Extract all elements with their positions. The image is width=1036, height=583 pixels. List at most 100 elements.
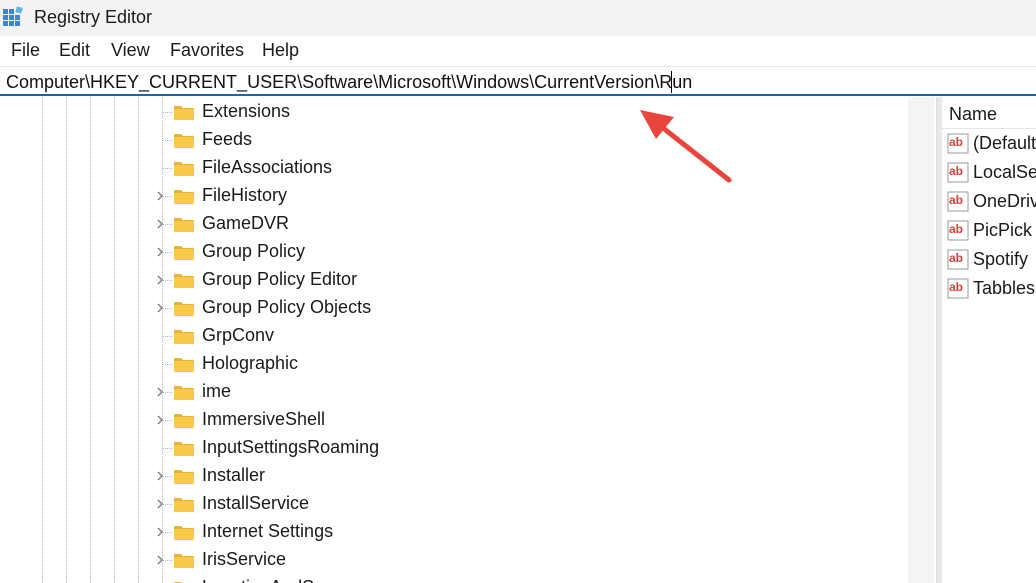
menu-bar: File Edit View Favorites Help	[0, 36, 1036, 64]
tree-item-label: Group Policy Objects	[202, 297, 372, 317]
string-value-ab-icon: ab	[947, 191, 969, 212]
tree-item-label: Feeds	[202, 129, 253, 149]
tree-item[interactable]: IrisService	[0, 546, 906, 574]
tree-item[interactable]: Group Policy Objects	[0, 294, 906, 322]
tree-item-label: Holographic	[202, 353, 299, 373]
value-name: LocalSer	[973, 162, 1036, 182]
value-row[interactable]: ab PicPick S	[942, 216, 1036, 245]
value-row[interactable]: ab Tabbles	[942, 274, 1036, 303]
tree-connector	[162, 168, 172, 169]
tree-connector	[162, 140, 172, 141]
chevron-right-icon[interactable]	[154, 470, 166, 482]
menu-view[interactable]: View	[111, 40, 150, 61]
svg-text:ab: ab	[949, 164, 963, 178]
tree-item[interactable]: InstallService	[0, 490, 906, 518]
tree-connector	[162, 336, 172, 337]
tree-item[interactable]: LocationAndS	[0, 574, 906, 583]
tree-item[interactable]: Group Policy	[0, 238, 906, 266]
value-row[interactable]: ab Spotify	[942, 245, 1036, 274]
text-caret	[671, 71, 672, 93]
tree-item-label: ime	[202, 381, 232, 401]
folder-icon	[174, 330, 194, 344]
menu-file[interactable]: File	[11, 40, 40, 61]
tree-item-label: GameDVR	[202, 213, 290, 233]
svg-text:ab: ab	[949, 222, 963, 236]
svg-text:ab: ab	[949, 251, 963, 265]
address-bar	[0, 66, 1036, 96]
chevron-right-icon[interactable]	[154, 526, 166, 538]
tree-item-label: Group Policy	[202, 241, 306, 261]
tree-item[interactable]: Group Policy Editor	[0, 266, 906, 294]
chevron-right-icon[interactable]	[154, 246, 166, 258]
tree-item-label: Group Policy Editor	[202, 269, 358, 289]
tree-item[interactable]: Holographic	[0, 350, 906, 378]
column-header-label: Name	[949, 104, 998, 124]
menu-favorites[interactable]: Favorites	[170, 40, 244, 61]
value-row[interactable]: ab OneDriv	[942, 187, 1036, 216]
tree-connector	[162, 364, 172, 365]
tree-item[interactable]: Internet Settings	[0, 518, 906, 546]
folder-icon	[174, 134, 194, 148]
window-title: Registry Editor	[34, 7, 153, 27]
svg-text:ab: ab	[949, 280, 963, 294]
tree-connector	[162, 112, 172, 113]
folder-icon	[174, 218, 194, 232]
chevron-right-icon[interactable]	[154, 386, 166, 398]
value-name: (Default	[973, 133, 1036, 153]
chevron-right-icon[interactable]	[154, 302, 166, 314]
values-pane[interactable]: Name ab (Default ab LocalSer ab OneDriv ab PicP…	[942, 97, 1036, 583]
tree-item[interactable]: FileAssociations	[0, 154, 906, 182]
address-input[interactable]	[6, 69, 1026, 95]
folder-icon	[174, 190, 194, 204]
folder-icon	[174, 274, 194, 288]
tree-item-label: GrpConv	[202, 325, 275, 345]
svg-text:ab: ab	[949, 193, 963, 207]
folder-icon	[174, 526, 194, 540]
folder-icon	[174, 442, 194, 456]
folder-icon	[174, 470, 194, 484]
registry-editor-icon	[3, 6, 23, 26]
tree-item[interactable]: ime	[0, 378, 906, 406]
tree-item[interactable]: Feeds	[0, 126, 906, 154]
tree-item[interactable]: GrpConv	[0, 322, 906, 350]
string-value-ab-icon: ab	[947, 278, 969, 299]
tree-item-label: Extensions	[202, 101, 291, 121]
string-value-ab-icon: ab	[947, 249, 969, 270]
folder-icon	[174, 386, 194, 400]
tree-item[interactable]: InputSettingsRoaming	[0, 434, 906, 462]
column-header-name[interactable]: Name	[942, 97, 1036, 129]
menu-help[interactable]: Help	[262, 40, 299, 61]
string-value-ab-icon: ab	[947, 220, 969, 241]
folder-icon	[174, 554, 194, 568]
string-value-ab-icon: ab	[947, 133, 969, 154]
chevron-right-icon[interactable]	[154, 498, 166, 510]
folder-icon	[174, 358, 194, 372]
value-row[interactable]: ab (Default	[942, 129, 1036, 158]
string-value-ab-icon: ab	[947, 162, 969, 183]
tree-item[interactable]: Extensions	[0, 98, 906, 126]
tree-item[interactable]: Installer	[0, 462, 906, 490]
tree-item[interactable]: ImmersiveShell	[0, 406, 906, 434]
chevron-right-icon[interactable]	[154, 554, 166, 566]
menu-edit[interactable]: Edit	[59, 40, 90, 61]
tree-item-label: Internet Settings	[202, 521, 334, 541]
chevron-right-icon[interactable]	[154, 218, 166, 230]
key-tree-pane[interactable]: Extensions Feeds FileAssociations FileHisto…	[0, 97, 936, 583]
folder-icon	[174, 414, 194, 428]
tree-item-label: FileHistory	[202, 185, 288, 205]
folder-icon	[174, 162, 194, 176]
folder-icon	[174, 302, 194, 316]
chevron-right-icon[interactable]	[154, 274, 166, 286]
tree-item-label: Installer	[202, 465, 266, 485]
value-row[interactable]: ab LocalSer	[942, 158, 1036, 187]
tree-item-label: LocationAndS	[202, 577, 314, 583]
chevron-right-icon[interactable]	[154, 190, 166, 202]
title-bar: Registry Editor	[0, 0, 1036, 36]
tree-item[interactable]: GameDVR	[0, 210, 906, 238]
tree-item[interactable]: FileHistory	[0, 182, 906, 210]
folder-icon	[174, 106, 194, 120]
tree-scrollbar[interactable]	[908, 97, 934, 583]
folder-icon	[174, 498, 194, 512]
chevron-right-icon[interactable]	[154, 414, 166, 426]
value-name: PicPick S	[973, 220, 1036, 240]
